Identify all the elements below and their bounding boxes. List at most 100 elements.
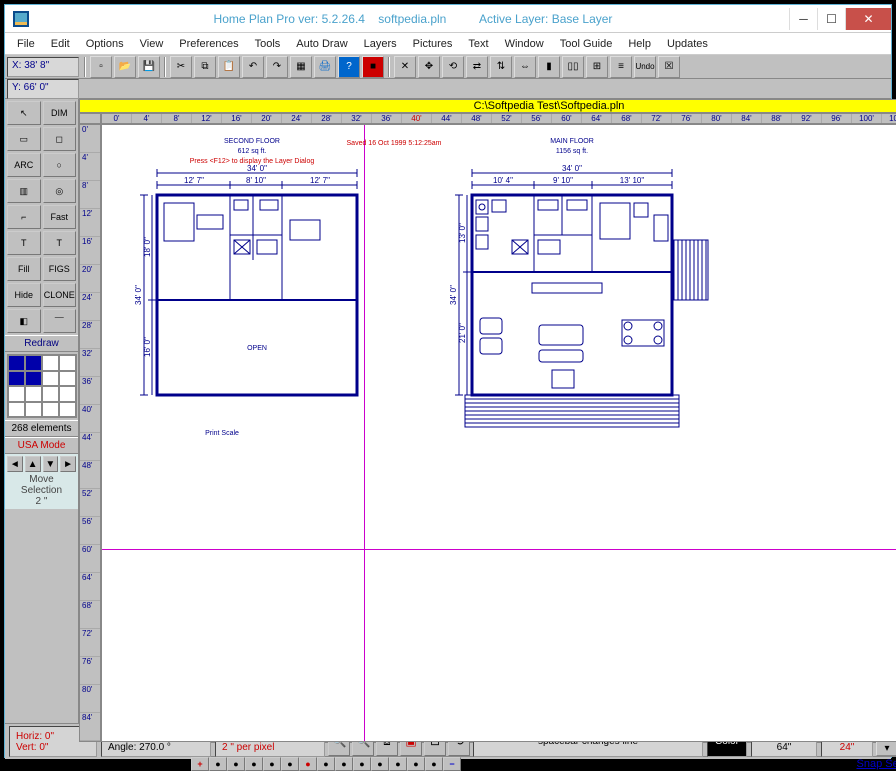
menu-window[interactable]: Window [497, 36, 552, 52]
svg-text:34' 0": 34' 0" [562, 164, 582, 173]
tool-0[interactable]: ↖ [7, 101, 41, 125]
move-left-icon[interactable]: ◄ [7, 456, 23, 472]
svg-text:9' 10": 9' 10" [553, 176, 573, 185]
menu-tool-guide[interactable]: Tool Guide [552, 36, 621, 52]
tool-10[interactable]: T [7, 231, 41, 255]
menu-pictures[interactable]: Pictures [405, 36, 461, 52]
snap-dot[interactable]: ● [209, 757, 227, 771]
menu-auto-draw[interactable]: Auto Draw [288, 36, 355, 52]
menu-file[interactable]: File [9, 36, 43, 52]
tool-1[interactable]: DIM [43, 101, 77, 125]
snap-dot[interactable]: ● [299, 757, 317, 771]
tool-3[interactable]: ◻ [43, 127, 77, 151]
tool-4[interactable]: ARC [7, 153, 41, 177]
menu-help[interactable]: Help [620, 36, 659, 52]
move-up-icon[interactable]: ▲ [25, 456, 41, 472]
tool-16[interactable]: ◧ [7, 309, 41, 333]
svg-text:Saved 16 Oct 1999 5:12:25am: Saved 16 Oct 1999 5:12:25am [347, 140, 442, 147]
svg-text:18' 0": 18' 0" [143, 237, 152, 257]
close-button[interactable]: ✕ [845, 8, 891, 30]
tool-13[interactable]: FIGS [43, 257, 77, 281]
rotate-icon[interactable]: ⟲ [442, 56, 464, 78]
move-label: Move Selection 2 " [7, 472, 76, 507]
undo2-icon[interactable]: Undo [634, 56, 656, 78]
minimize-button[interactable]: ─ [789, 8, 817, 30]
snap-dot[interactable]: ● [425, 757, 443, 771]
filepath-text: C:\Softpedia Test\Softpedia.pln [474, 100, 625, 112]
trash-icon[interactable]: ☒ [658, 56, 680, 78]
copy-icon[interactable]: ⧉ [194, 56, 216, 78]
line-icon[interactable]: ≡ [610, 56, 632, 78]
tool-12[interactable]: Fill [7, 257, 41, 281]
snap-dot[interactable]: ● [263, 757, 281, 771]
redraw-button[interactable]: Redraw [5, 335, 78, 352]
status-vert: Vert: 0" [16, 742, 90, 753]
snap-dot[interactable]: ● [335, 757, 353, 771]
stop-icon[interactable]: ■ [362, 56, 384, 78]
menu-edit[interactable]: Edit [43, 36, 78, 52]
snap-dot[interactable]: ● [227, 757, 245, 771]
open-icon[interactable]: 📂 [114, 56, 136, 78]
menu-text[interactable]: Text [460, 36, 496, 52]
speed-down-icon[interactable]: ▾ [876, 741, 896, 756]
menu-view[interactable]: View [132, 36, 172, 52]
flip-h-icon[interactable]: ⇄ [466, 56, 488, 78]
distribute-icon[interactable]: ▯▯ [562, 56, 584, 78]
tool-6[interactable]: ▥ [7, 179, 41, 203]
tool-14[interactable]: Hide [7, 283, 41, 307]
menu-layers[interactable]: Layers [356, 36, 405, 52]
svg-text:12' 7": 12' 7" [184, 176, 204, 185]
save-icon[interactable]: 💾 [138, 56, 160, 78]
snap-dot[interactable]: ● [281, 757, 299, 771]
snap-plus-icon[interactable]: + [191, 757, 209, 771]
flip-v-icon[interactable]: ⇅ [490, 56, 512, 78]
menu-options[interactable]: Options [78, 36, 132, 52]
tool-7[interactable]: ◎ [43, 179, 77, 203]
menu-updates[interactable]: Updates [659, 36, 716, 52]
menu-preferences[interactable]: Preferences [171, 36, 246, 52]
snap-dot[interactable]: ● [317, 757, 335, 771]
drawing-canvas[interactable]: SECOND FLOOR 612 sq ft. Press <F12> to d… [101, 124, 896, 742]
print-icon[interactable]: 🖨 [314, 56, 336, 78]
snap-dot[interactable]: ● [407, 757, 425, 771]
grid-icon[interactable]: ▦ [290, 56, 312, 78]
color-grid[interactable] [7, 354, 77, 418]
menu-tools[interactable]: Tools [247, 36, 289, 52]
snap-dot[interactable]: ● [371, 757, 389, 771]
snap-dot[interactable]: ● [389, 757, 407, 771]
tool-11[interactable]: T [43, 231, 77, 255]
v-ruler: 0'4'8'12'16'20'24'28'32'36'40'44'48'52'5… [79, 124, 101, 742]
svg-text:MAIN FLOOR: MAIN FLOOR [550, 138, 594, 145]
snap-minus-icon[interactable]: − [443, 757, 461, 771]
mirror-icon[interactable]: ⇔ [514, 56, 536, 78]
tool-8[interactable]: ⌐ [7, 205, 41, 229]
svg-text:34' 0": 34' 0" [247, 164, 267, 173]
paste-icon[interactable]: 📋 [218, 56, 240, 78]
tool-9[interactable]: Fast [43, 205, 77, 229]
tool-15[interactable]: CLONE [43, 283, 77, 307]
group-icon[interactable]: ⊞ [586, 56, 608, 78]
svg-text:8' 10": 8' 10" [246, 176, 266, 185]
toolbar-2: Y: 66' 0" [5, 79, 891, 99]
undo-icon[interactable]: ↶ [242, 56, 264, 78]
tool-17[interactable]: ⎺ [43, 309, 77, 333]
mode-label[interactable]: USA Mode [5, 437, 78, 454]
snap-settings-link[interactable]: Snap Settings [849, 758, 896, 770]
svg-text:Print Scale: Print Scale [205, 430, 239, 437]
h-ruler: 0'4'8'12'16'20'24'28'32'36'40'44'48'52'5… [101, 113, 896, 124]
help-icon[interactable]: ? [338, 56, 360, 78]
snap-dot[interactable]: ● [353, 757, 371, 771]
redo-icon[interactable]: ↷ [266, 56, 288, 78]
snap-dot[interactable]: ● [245, 757, 263, 771]
move-down-icon[interactable]: ▼ [43, 456, 59, 472]
new-icon[interactable]: ▫ [90, 56, 112, 78]
move-right-icon[interactable]: ► [60, 456, 76, 472]
cut-icon[interactable]: ✂ [170, 56, 192, 78]
move-icon[interactable]: ✕ [394, 56, 416, 78]
align-icon[interactable]: ▮ [538, 56, 560, 78]
pan-icon[interactable]: ✥ [418, 56, 440, 78]
svg-text:34' 0": 34' 0" [449, 285, 458, 305]
maximize-button[interactable]: ☐ [817, 8, 845, 30]
tool-5[interactable]: ○ [43, 153, 77, 177]
tool-2[interactable]: ▭ [7, 127, 41, 151]
